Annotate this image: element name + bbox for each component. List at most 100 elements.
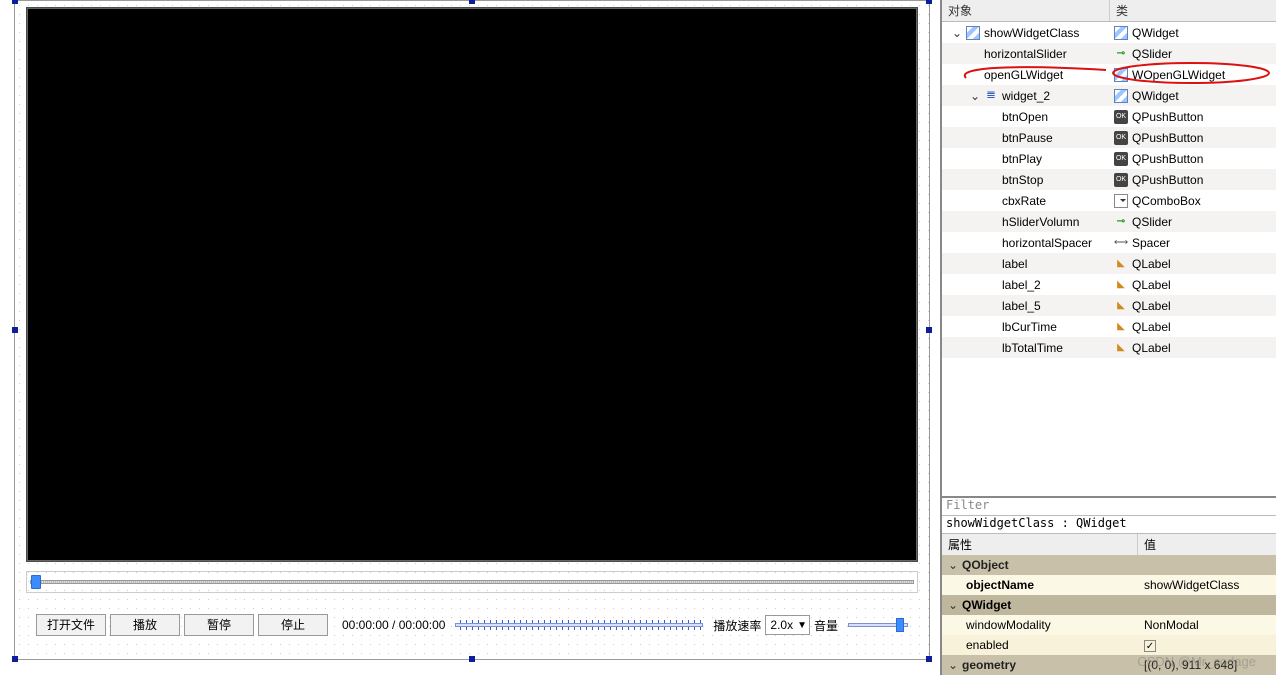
volume-slider[interactable] — [848, 618, 908, 632]
property-group[interactable]: ⌄ QWidget — [942, 595, 1276, 615]
icon-slider: ⊸ — [1114, 215, 1128, 229]
icon-widget — [966, 26, 980, 40]
property-value[interactable]: showWidgetClass — [1138, 578, 1276, 592]
progress-slider[interactable] — [455, 618, 703, 632]
property-title: showWidgetClass : QWidget — [942, 516, 1276, 534]
property-value[interactable]: ✓ — [1138, 638, 1276, 653]
tree-row[interactable]: label_2◣QLabel — [942, 274, 1276, 295]
property-value[interactable]: NonModal — [1138, 618, 1276, 632]
chevron-icon[interactable]: ⌄ — [948, 558, 958, 572]
tree-row[interactable]: hSliderVolumn⊸QSlider — [942, 211, 1276, 232]
tree-item-name: label_2 — [1002, 278, 1041, 292]
property-row[interactable]: enabled ✓ — [942, 635, 1276, 655]
tree-item-class: Spacer — [1132, 236, 1170, 250]
horizontal-slider[interactable] — [26, 571, 918, 593]
tree-item-name: cbxRate — [1002, 194, 1046, 208]
tree-item-name: btnOpen — [1002, 110, 1048, 124]
rate-combobox[interactable]: 2.0x ▼ — [765, 615, 810, 635]
property-rows[interactable]: ⌄ QObject objectName showWidgetClass ⌄ QWidge… — [942, 555, 1276, 675]
property-key: QWidget — [962, 598, 1011, 612]
property-row[interactable]: objectName showWidgetClass — [942, 575, 1276, 595]
resize-handle[interactable] — [12, 327, 18, 333]
tree-item-name: horizontalSpacer — [1002, 236, 1092, 250]
filter-input[interactable]: Filter — [942, 498, 1276, 516]
tree-item-class: QLabel — [1132, 278, 1171, 292]
resize-handle[interactable] — [12, 656, 18, 662]
time-display: 00:00:00 / 00:00:00 — [342, 618, 445, 632]
chevron-icon[interactable]: ⌄ — [948, 598, 958, 612]
property-row[interactable]: windowModalityNonModal — [942, 615, 1276, 635]
property-header: 属性 值 — [942, 534, 1276, 555]
stop-button[interactable]: 停止 — [258, 614, 328, 636]
pause-button[interactable]: 暂停 — [184, 614, 254, 636]
property-key: QObject — [962, 558, 1009, 572]
tree-row[interactable]: lbCurTime◣QLabel — [942, 316, 1276, 337]
icon-label: ◣ — [1114, 341, 1128, 355]
resize-handle[interactable] — [926, 656, 932, 662]
property-pane: Filter showWidgetClass : QWidget 属性 值 ⌄ Q… — [942, 496, 1276, 675]
tree-item-class: QPushButton — [1132, 131, 1203, 145]
property-key: enabled — [966, 638, 1009, 652]
tree-item-class: QPushButton — [1132, 152, 1203, 166]
property-group[interactable]: ⌄ geometry [(0, 0), 911 x 648] — [942, 655, 1276, 675]
property-key: objectName — [966, 578, 1034, 592]
tree-item-class: QPushButton — [1132, 110, 1203, 124]
tree-item-class: QSlider — [1132, 47, 1172, 61]
tree-row[interactable]: label_5◣QLabel — [942, 295, 1276, 316]
opengl-widget[interactable] — [26, 7, 918, 562]
slider-thumb[interactable] — [896, 618, 904, 632]
tree-row[interactable]: btnPlayOKQPushButton — [942, 148, 1276, 169]
open-file-button[interactable]: 打开文件 — [36, 614, 106, 636]
tree-item-class: QWidget — [1132, 26, 1179, 40]
property-group[interactable]: ⌄ QObject — [942, 555, 1276, 575]
resize-handle[interactable] — [926, 0, 932, 4]
icon-widget — [1114, 26, 1128, 40]
resize-handle[interactable] — [12, 0, 18, 4]
slider-thumb[interactable] — [31, 575, 41, 589]
property-header-key[interactable]: 属性 — [942, 534, 1138, 555]
chevron-icon[interactable]: ⌄ — [948, 658, 958, 672]
side-pane: 对象 类 ⌄showWidgetClassQWidgethorizontalSl… — [940, 0, 1276, 675]
tree-row[interactable]: horizontalSpacer⟷Spacer — [942, 232, 1276, 253]
tree-row[interactable]: cbxRate QComboBox — [942, 190, 1276, 211]
icon-label: ◣ — [1114, 299, 1128, 313]
tree-item-class: QSlider — [1132, 215, 1172, 229]
object-tree[interactable]: ⌄showWidgetClassQWidgethorizontalSlider⊸… — [942, 22, 1276, 496]
tree-row[interactable]: openGLWidgetWOpenGLWidget — [942, 64, 1276, 85]
tree-item-name: lbTotalTime — [1002, 341, 1063, 355]
object-header[interactable]: 对象 — [942, 0, 1110, 21]
property-value: [(0, 0), 911 x 648] — [1138, 658, 1276, 672]
tree-item-class: QLabel — [1132, 320, 1171, 334]
tree-row[interactable]: ⌄showWidgetClassQWidget — [942, 22, 1276, 43]
tree-header: 对象 类 — [942, 0, 1276, 22]
tree-row[interactable]: ⌄𝌆widget_2QWidget — [942, 85, 1276, 106]
tree-row[interactable]: horizontalSlider⊸QSlider — [942, 43, 1276, 64]
tree-item-class: QLabel — [1132, 257, 1171, 271]
tree-item-class: QComboBox — [1132, 194, 1201, 208]
resize-handle[interactable] — [926, 327, 932, 333]
play-button[interactable]: 播放 — [110, 614, 180, 636]
icon-button: OK — [1114, 110, 1128, 124]
tree-item-class: QLabel — [1132, 341, 1171, 355]
control-bar: 打开文件 播放 暂停 停止 00:00:00 / 00:00:00 播放速率 2… — [36, 611, 908, 639]
tree-row[interactable]: btnStopOKQPushButton — [942, 169, 1276, 190]
checkbox-icon[interactable]: ✓ — [1144, 640, 1156, 652]
tree-row[interactable]: btnOpen OK QPushButton — [942, 106, 1276, 127]
resize-handle[interactable] — [469, 0, 475, 4]
current-time-label: 00:00:00 — [342, 618, 389, 632]
tree-row[interactable]: lbTotalTime ◣ QLabel — [942, 337, 1276, 358]
chevron-icon[interactable]: ⌄ — [952, 26, 962, 40]
resize-handle[interactable] — [469, 656, 475, 662]
property-key: geometry — [962, 658, 1016, 672]
icon-button: OK — [1114, 152, 1128, 166]
tree-row[interactable]: btnPauseOKQPushButton — [942, 127, 1276, 148]
tree-item-class: QLabel — [1132, 299, 1171, 313]
icon-combo — [1114, 194, 1128, 208]
icon-slider: ⊸ — [1114, 47, 1128, 61]
chevron-icon[interactable]: ⌄ — [970, 89, 980, 103]
class-header[interactable]: 类 — [1110, 0, 1134, 21]
property-header-val[interactable]: 值 — [1138, 534, 1162, 555]
tree-row[interactable]: label◣QLabel — [942, 253, 1276, 274]
icon-label: ◣ — [1114, 320, 1128, 334]
form-canvas[interactable]: 打开文件 播放 暂停 停止 00:00:00 / 00:00:00 播放速率 2… — [14, 0, 930, 660]
